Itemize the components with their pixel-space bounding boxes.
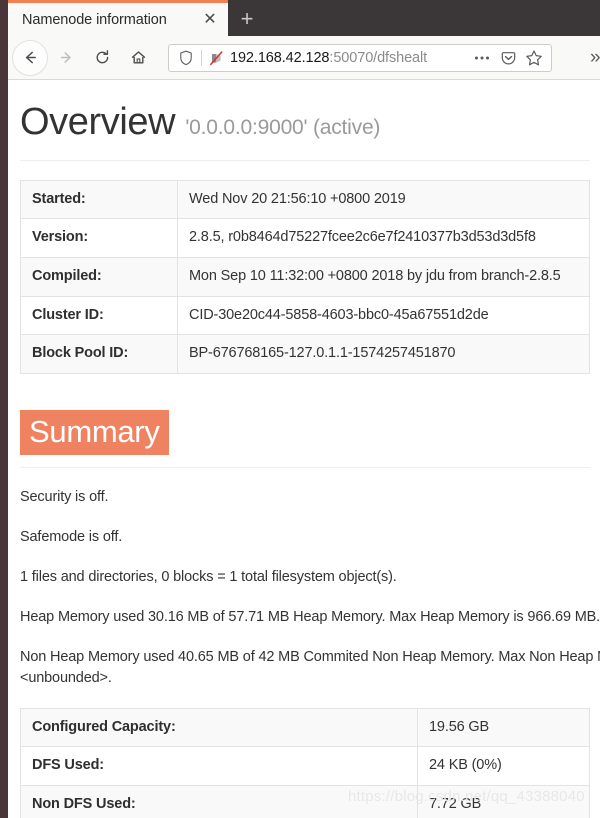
table-row: DFS Used: 24 KB (0%): [20, 746, 590, 786]
page-title-suffix: '0.0.0.0:9000' (active): [185, 116, 381, 139]
page-viewport: Overview '0.0.0.0:9000' (active) Started…: [8, 81, 600, 818]
table-row: Started: Wed Nov 20 21:56:10 +0800 2019: [20, 179, 590, 220]
row-value: BP-676768165-127.0.1.1-1574257451870: [177, 334, 590, 374]
page-content: Overview '0.0.0.0:9000' (active) Started…: [8, 81, 600, 818]
row-key: DFS Used:: [20, 746, 418, 786]
summary-divider: [20, 466, 590, 468]
url-host: 192.168.42.128: [230, 50, 330, 66]
reload-icon: [96, 50, 108, 64]
row-value: Wed Nov 20 21:56:10 +0800 2019: [177, 179, 590, 220]
row-key: Version:: [20, 218, 178, 259]
table-row: Configured Capacity: 19.56 GB: [20, 707, 590, 748]
tab-strip: Namenode information ✕ +: [0, 0, 600, 36]
row-value: Mon Sep 10 11:32:00 +0800 2018 by jdu fr…: [177, 257, 590, 297]
close-icon[interactable]: ✕: [198, 8, 222, 32]
row-value: CID-30e20c44-5858-4603-bbc0-45a67551d2de: [177, 295, 590, 336]
summary-table: Configured Capacity: 19.56 GB DFS Used: …: [20, 707, 590, 818]
row-value: 24 KB (0%): [417, 746, 590, 786]
window-left-border: [0, 0, 8, 818]
forward-arrow-icon: [60, 52, 71, 63]
home-button[interactable]: [120, 40, 156, 76]
row-value: 19.56 GB: [417, 707, 590, 748]
table-row: Compiled: Mon Sep 10 11:32:00 +0800 2018…: [20, 257, 590, 297]
summary-heading: Summary: [20, 409, 169, 455]
row-key: Non DFS Used:: [20, 784, 418, 818]
table-row: Non DFS Used: 7.72 GB: [20, 784, 590, 818]
pocket-glyph: [501, 51, 515, 64]
urlbar-divider: [201, 50, 202, 66]
summary-paragraph-heap: Heap Memory used 30.16 MB of 57.71 MB He…: [20, 608, 600, 625]
url-path: :50070/dfshealt: [329, 50, 428, 66]
back-arrow-icon: [25, 51, 36, 64]
tracking-protection-icon[interactable]: [207, 50, 225, 66]
row-key: Configured Capacity:: [20, 707, 418, 748]
new-tab-icon[interactable]: +: [232, 4, 262, 34]
browser-window: Namenode information ✕ + 192.168.42.128:…: [0, 0, 600, 818]
page-actions-icon[interactable]: [469, 46, 495, 70]
url-text[interactable]: 192.168.42.128:50070/dfshealt: [225, 50, 469, 66]
home-icon: [131, 51, 145, 64]
url-bar[interactable]: 192.168.42.128:50070/dfshealt: [168, 44, 552, 72]
title-divider: [20, 159, 590, 161]
shield-glyph: [180, 50, 192, 66]
page-title: Overview '0.0.0.0:9000' (active): [20, 81, 600, 151]
row-key: Compiled:: [20, 257, 178, 297]
forward-button: [48, 40, 84, 76]
row-key: Block Pool ID:: [20, 334, 178, 374]
shield-icon[interactable]: [176, 50, 196, 66]
tab-namenode-information[interactable]: Namenode information ✕: [8, 0, 228, 36]
overview-table: Started: Wed Nov 20 21:56:10 +0800 2019 …: [20, 179, 590, 374]
summary-paragraph-security: Security is off.: [20, 488, 109, 505]
table-row: Version: 2.8.5, r0b8464d75227fcee2c6e7f2…: [20, 218, 590, 259]
row-value: 7.72 GB: [417, 784, 590, 818]
row-key: Started:: [20, 179, 178, 220]
tab-label: Namenode information: [22, 11, 167, 28]
tracking-protection-glyph: [209, 51, 223, 66]
summary-paragraph-safemode: Safemode is off.: [20, 528, 123, 545]
pocket-icon[interactable]: [495, 46, 521, 70]
toolbar-overflow-icon[interactable]: »: [590, 48, 600, 67]
summary-heading-text: Summary: [20, 409, 169, 455]
summary-paragraph-objects: 1 files and directories, 0 blocks = 1 to…: [20, 568, 397, 585]
back-button[interactable]: [12, 39, 48, 76]
summary-paragraph-nonheap: Non Heap Memory used 40.65 MB of 42 MB C…: [20, 648, 600, 686]
star-glyph: [526, 50, 542, 66]
page-title-main: Overview: [20, 101, 176, 143]
ellipsis-glyph: [475, 56, 489, 60]
row-key: Cluster ID:: [20, 295, 178, 336]
reload-button[interactable]: [84, 40, 120, 76]
bookmark-star-icon[interactable]: [521, 46, 547, 70]
table-row: Block Pool ID: BP-676768165-127.0.1.1-15…: [20, 334, 590, 374]
row-value: 2.8.5, r0b8464d75227fcee2c6e7f2410377b3d…: [177, 218, 590, 259]
table-row: Cluster ID: CID-30e20c44-5858-4603-bbc0-…: [20, 295, 590, 336]
